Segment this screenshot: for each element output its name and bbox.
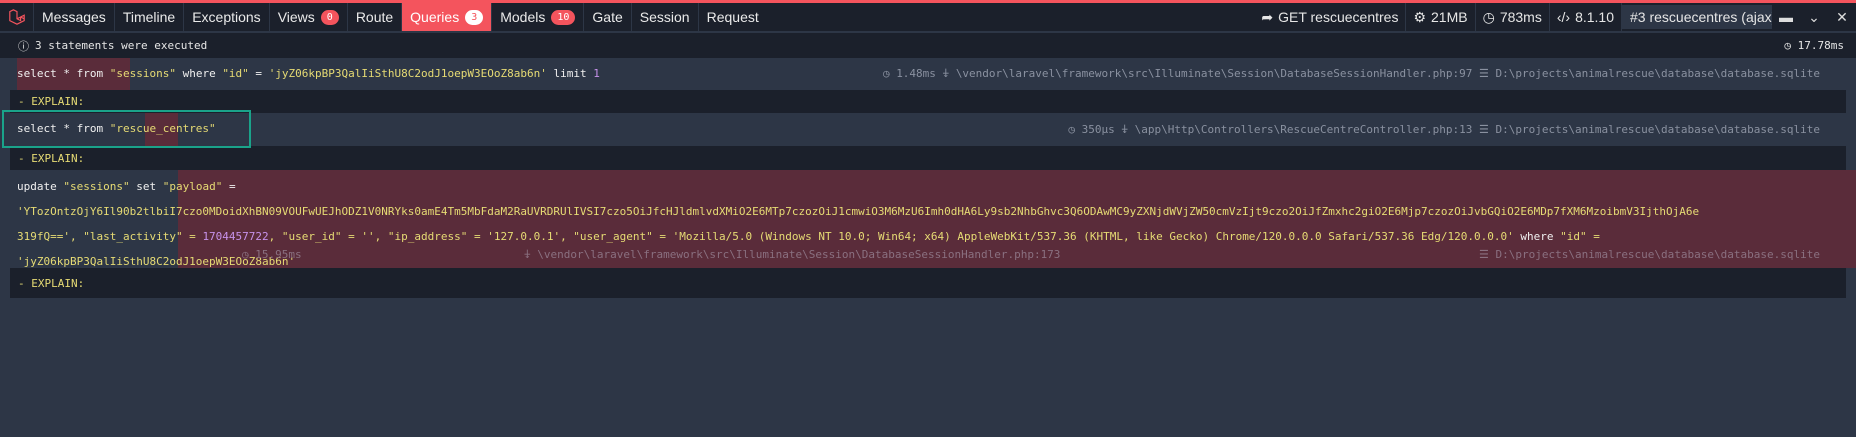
query-row[interactable]: update "sessions" set "payload" = 'YTozO… <box>0 170 1856 268</box>
clock-icon: ◷ <box>1482 8 1495 25</box>
tab-views[interactable]: Views 0 <box>270 3 348 31</box>
laravel-logo-icon[interactable] <box>0 3 34 31</box>
tab-session[interactable]: Session <box>632 3 699 31</box>
gears-icon: ⚙ <box>1413 8 1427 25</box>
query-meta: ◷ 1.48ms ⍖ \vendor\laravel\framework\src… <box>882 67 1820 80</box>
tab-queries[interactable]: Queries 3 <box>402 3 493 31</box>
request-info[interactable]: ➦ GET rescuecentres <box>1254 3 1407 31</box>
debugbar-toolbar: Messages Timeline Exceptions Views 0 Rout… <box>0 3 1856 32</box>
queries-summary: ⓘ 3 statements were executed ◷ 17.78ms <box>0 33 1856 58</box>
info-icon: ⓘ <box>18 39 29 53</box>
query-time: ◷ 15.95ms <box>242 248 302 261</box>
explain-toggle[interactable]: - EXPLAIN: <box>10 90 1846 113</box>
tab-timeline[interactable]: Timeline <box>115 3 185 31</box>
close-icon[interactable]: ✕ <box>1828 3 1856 31</box>
time-info[interactable]: ◷ 783ms <box>1476 3 1550 31</box>
tab-messages[interactable]: Messages <box>34 3 115 31</box>
folder-open-icon[interactable]: ▬ <box>1772 3 1800 31</box>
tab-models[interactable]: Models 10 <box>492 3 585 31</box>
memory-info[interactable]: ⚙ 21MB <box>1406 3 1476 31</box>
request-select[interactable]: #3 rescuecentres (ajax) (12:28:4 <box>1622 5 1772 29</box>
chevron-down-icon[interactable]: ⌄ <box>1800 3 1828 31</box>
tab-route[interactable]: Route <box>348 3 403 31</box>
query-row[interactable]: select * from "rescue_centres" ◷ 350μs ⍖… <box>0 113 1856 146</box>
query-row[interactable]: select * from "sessions" where "id" = 'j… <box>0 58 1856 90</box>
explain-toggle[interactable]: - EXPLAIN: <box>10 146 1846 170</box>
total-time: ◷ 17.78ms <box>1784 39 1844 52</box>
views-count-badge: 0 <box>320 9 339 25</box>
query-source: ⍖ \vendor\laravel\framework\src\Illumina… <box>524 248 1061 261</box>
share-icon: ➦ <box>1261 8 1274 25</box>
models-count-badge: 10 <box>551 9 576 25</box>
code-icon: ‹/› <box>1556 9 1571 25</box>
query-meta: ◷ 350μs ⍖ \app\Http\Controllers\RescueCe… <box>1068 123 1820 136</box>
highlight-box <box>2 110 251 148</box>
tab-exceptions[interactable]: Exceptions <box>184 3 270 31</box>
tab-request[interactable]: Request <box>699 3 767 31</box>
explain-toggle[interactable]: - EXPLAIN: <box>10 268 1846 298</box>
php-version[interactable]: ‹/› 8.1.10 <box>1550 3 1622 31</box>
query-connection: ☰ D:\projects\animalrescue\database\data… <box>1479 248 1820 261</box>
queries-count-badge: 3 <box>465 9 484 25</box>
sql-statement: select * from "sessions" where "id" = 'j… <box>17 67 600 80</box>
tab-gate[interactable]: Gate <box>584 3 632 31</box>
